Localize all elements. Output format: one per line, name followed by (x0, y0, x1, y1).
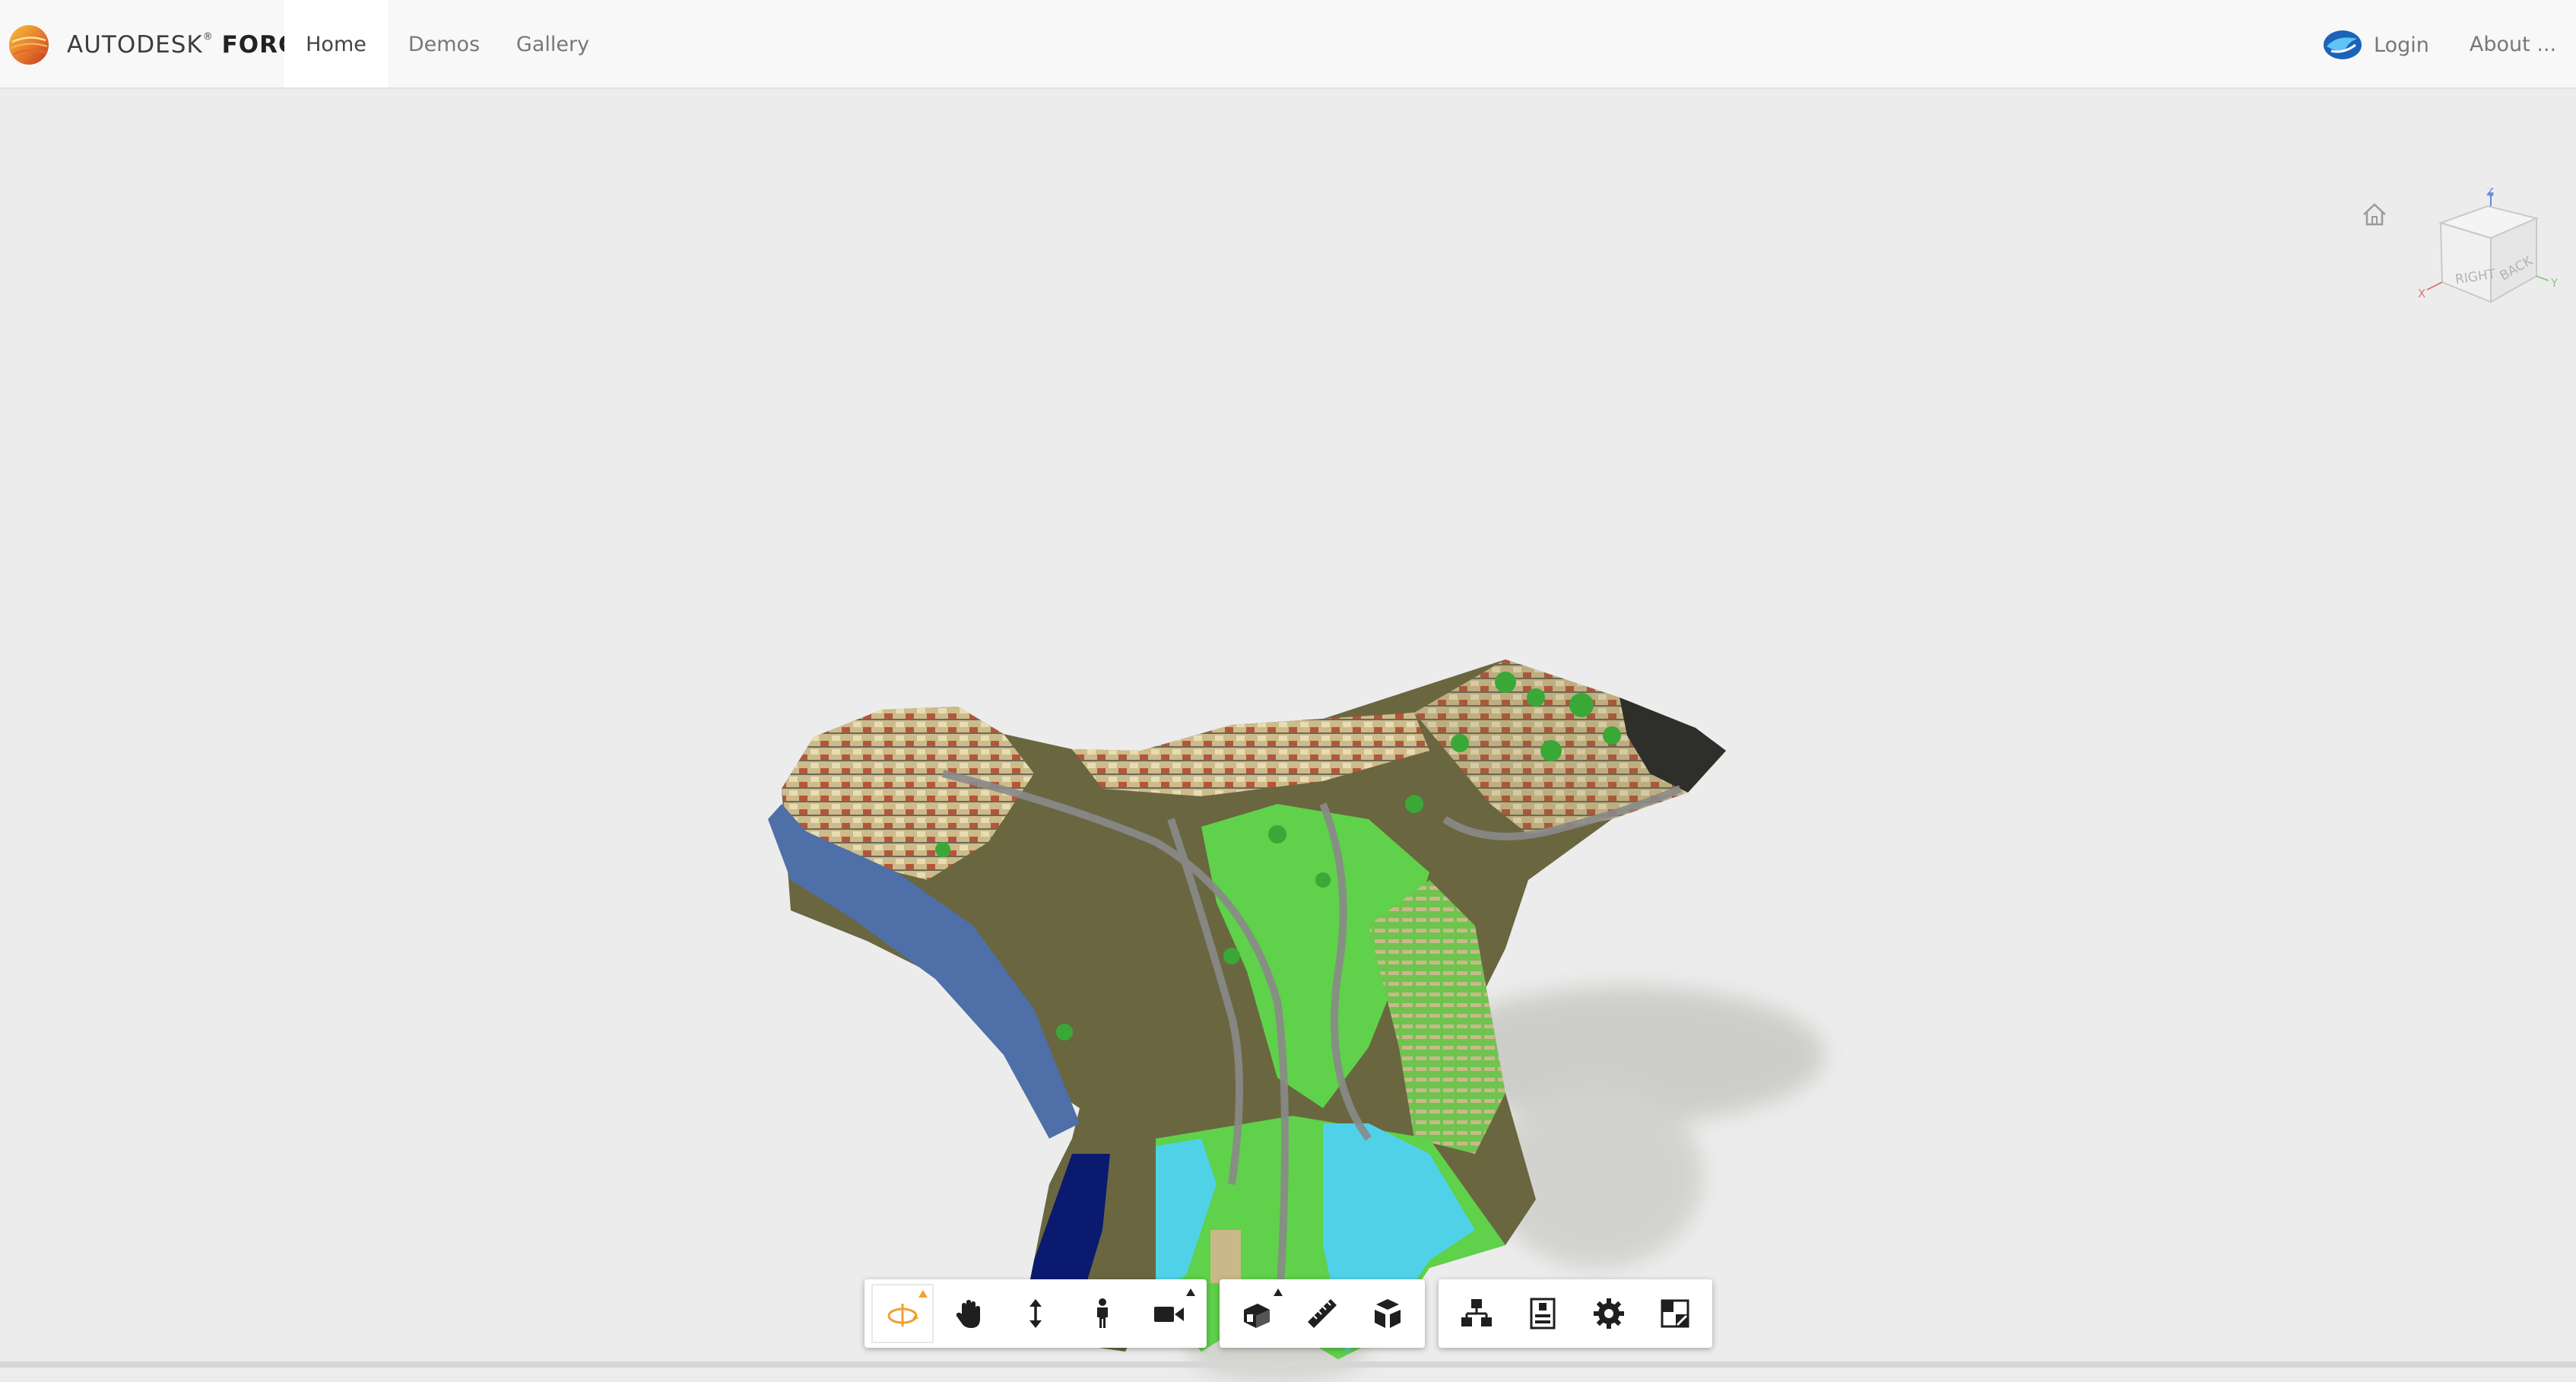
orbit-icon (887, 1304, 918, 1326)
viewcube[interactable]: RIGHT BACK Z X Y (2418, 188, 2570, 340)
autodesk-logo-icon (9, 25, 49, 65)
fullscreen-icon (1661, 1299, 1689, 1328)
model-tools-toolbar (1220, 1279, 1425, 1348)
x-axis-line (2426, 281, 2443, 291)
viewcube-body[interactable] (2438, 205, 2540, 303)
fullscreen-button[interactable] (1644, 1284, 1705, 1343)
nav-home-link[interactable]: Home (284, 0, 388, 87)
y-axis-line (2536, 275, 2549, 281)
camera-button[interactable] (1137, 1284, 1200, 1343)
camera-flyout-icon[interactable] (1185, 1288, 1195, 1296)
camera-icon (1154, 1307, 1185, 1322)
settings-button[interactable] (1578, 1284, 1639, 1343)
login-label: Login (2374, 33, 2429, 57)
section-icon (1244, 1304, 1270, 1328)
measure-button[interactable] (1292, 1284, 1353, 1343)
navigation-toolbar (864, 1279, 1207, 1348)
orbit-flyout-icon[interactable] (918, 1290, 928, 1298)
nav-about-link[interactable]: About ... (2463, 0, 2562, 87)
model-browser-button[interactable] (1445, 1284, 1507, 1343)
brand-prefix: AUTODESK (67, 31, 203, 59)
section-button[interactable] (1226, 1284, 1287, 1343)
explode-button[interactable] (1357, 1284, 1418, 1343)
brand[interactable]: AUTODESK® FORGE (8, 23, 316, 67)
settings-toolbar (1439, 1279, 1712, 1348)
zoom-button[interactable] (1004, 1284, 1067, 1343)
top-navbar: AUTODESK® FORGE Home Demos Gallery Login… (0, 0, 2576, 89)
brand-name: AUTODESK® FORGE (67, 31, 316, 59)
3d-viewer-canvas[interactable]: RIGHT BACK Z X Y (0, 89, 2576, 1382)
properties-button[interactable] (1512, 1284, 1573, 1343)
nav-demos-link[interactable]: Demos (400, 0, 488, 87)
orbit-button[interactable] (871, 1284, 934, 1343)
zoom-icon (1029, 1299, 1042, 1328)
tower-building (1210, 1230, 1241, 1283)
model-browser-icon (1461, 1299, 1492, 1326)
autodesk-account-icon (2324, 30, 2362, 59)
city-3d-model[interactable] (745, 652, 2068, 1382)
first-person-button[interactable] (1071, 1284, 1134, 1343)
x-axis-label: X (2418, 287, 2425, 300)
pan-icon (956, 1300, 981, 1328)
pan-button[interactable] (938, 1284, 1001, 1343)
settings-gear-icon (1593, 1298, 1624, 1329)
section-flyout-icon[interactable] (1274, 1288, 1283, 1296)
first-person-icon (1096, 1298, 1108, 1328)
measure-icon (1308, 1299, 1337, 1328)
explode-icon (1375, 1299, 1401, 1328)
properties-icon (1530, 1298, 1555, 1330)
login-button[interactable]: Login (2322, 27, 2429, 62)
bottom-edge (0, 1361, 2576, 1368)
y-axis-label: Y (2550, 276, 2559, 290)
brand-mark: ® (202, 31, 214, 43)
home-view-icon[interactable] (2360, 200, 2389, 229)
nav-gallery-link[interactable]: Gallery (505, 0, 601, 87)
